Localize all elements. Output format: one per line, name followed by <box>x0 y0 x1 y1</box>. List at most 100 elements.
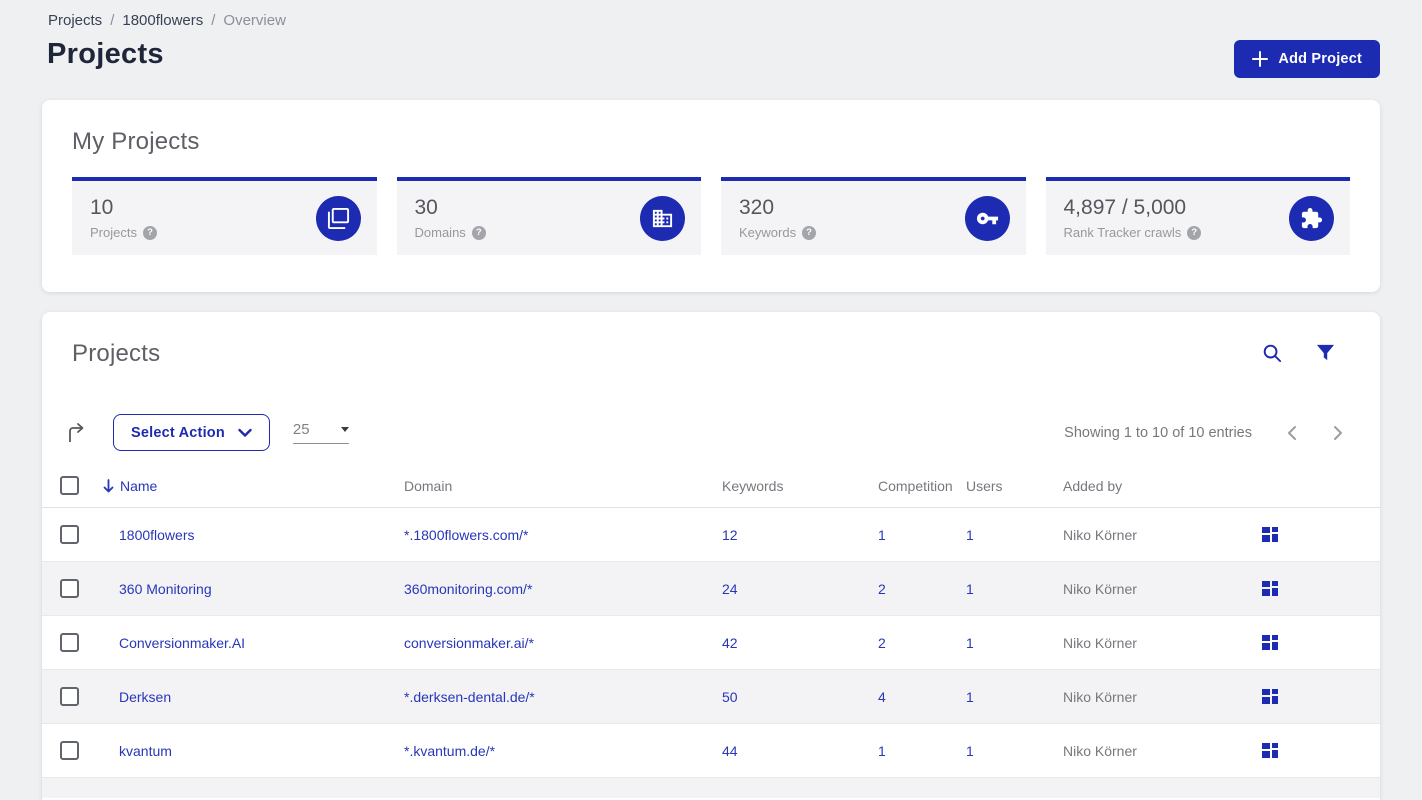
page-title: Projects <box>47 38 164 70</box>
stat-value: 320 <box>739 196 775 219</box>
project-keywords-count: 44 <box>722 742 738 759</box>
project-keywords-count: 42 <box>722 634 738 651</box>
project-competition-count: 2 <box>878 634 886 651</box>
add-project-label: Add Project <box>1278 51 1362 67</box>
table-row: Conversionmaker.AI conversionmaker.ai/* … <box>42 616 1380 670</box>
project-domain: conversionmaker.ai/* <box>404 634 534 651</box>
table-body: 1800flowers *.1800flowers.com/* 12 1 1 N… <box>42 508 1380 778</box>
row-checkbox[interactable] <box>60 687 79 706</box>
row-checkbox[interactable] <box>60 525 79 544</box>
dashboard-grid-icon[interactable] <box>1262 743 1278 758</box>
projects-table-title: Projects <box>72 340 161 367</box>
table-row: 1800flowers *.1800flowers.com/* 12 1 1 N… <box>42 508 1380 562</box>
stat-label: Projects <box>90 225 137 240</box>
project-competition-count: 1 <box>878 526 886 543</box>
breadcrumb-link-project[interactable]: 1800flowers <box>122 12 203 29</box>
project-name-link[interactable]: kvantum <box>103 743 404 759</box>
breadcrumb-current: Overview <box>223 12 286 29</box>
chevron-down-icon <box>238 428 252 438</box>
select-triangle-icon <box>340 427 349 432</box>
help-icon[interactable]: ? <box>1187 225 1202 240</box>
project-competition-count: 4 <box>878 688 886 705</box>
select-action-label: Select Action <box>131 424 225 441</box>
column-header-name[interactable]: Name <box>103 478 404 494</box>
export-arrow-icon[interactable] <box>65 422 87 444</box>
next-page-button[interactable] <box>1332 425 1344 441</box>
dashboard-grid-icon[interactable] <box>1262 689 1278 704</box>
project-name-link[interactable]: Derksen <box>103 689 404 705</box>
per-page-select[interactable]: 25 <box>292 421 349 444</box>
add-project-button[interactable]: Add Project <box>1234 40 1380 78</box>
building-icon <box>640 195 685 241</box>
stat-label: Domains <box>414 225 466 240</box>
dashboard-grid-icon[interactable] <box>1262 527 1278 542</box>
stacked-projects-icon <box>315 195 361 241</box>
column-header-keywords[interactable]: Keywords <box>722 478 878 494</box>
previous-page-button[interactable] <box>1286 425 1298 441</box>
plus-icon <box>1252 51 1269 67</box>
stat-value: 10 <box>90 196 114 219</box>
stat-rank-tracker-crawls: 4,897 / 5,000 Rank Tracker crawls ? <box>1045 177 1350 255</box>
project-competition-count: 1 <box>878 742 886 759</box>
breadcrumb: Projects / 1800flowers / Overview <box>48 12 286 29</box>
project-added-by: Niko Körner <box>1063 742 1137 759</box>
breadcrumb-separator: / <box>110 12 115 29</box>
row-checkbox[interactable] <box>60 741 79 760</box>
project-competition-count: 2 <box>878 580 886 597</box>
project-domain: *.kvantum.de/* <box>404 742 496 759</box>
project-added-by: Niko Körner <box>1063 688 1137 705</box>
project-keywords-count: 24 <box>722 580 738 597</box>
table-row: kvantum *.kvantum.de/* 44 1 1 Niko Körne… <box>42 724 1380 778</box>
breadcrumb-separator: / <box>211 12 216 29</box>
stat-value: 4,897 / 5,000 <box>1063 196 1187 219</box>
table-row-clipped <box>42 778 1380 798</box>
stat-label: Rank Tracker crawls <box>1063 225 1182 240</box>
select-all-checkbox[interactable] <box>60 476 79 495</box>
stats-row: 10 Projects ? 30 Domains ? 320 Keywords … <box>72 177 1350 255</box>
projects-table-card: Projects Select Action 25 Showing 1 to 1… <box>42 312 1380 800</box>
select-action-dropdown[interactable]: Select Action <box>113 414 270 451</box>
project-users-count: 1 <box>966 634 974 651</box>
project-added-by: Niko Körner <box>1063 634 1137 651</box>
filter-icon[interactable] <box>1316 343 1335 364</box>
column-header-domain[interactable]: Domain <box>404 478 722 494</box>
search-icon[interactable] <box>1262 343 1283 364</box>
project-added-by: Niko Körner <box>1063 580 1137 597</box>
project-domain: 360monitoring.com/* <box>404 580 533 597</box>
table-header-row: Name Domain Keywords Competition Users A… <box>42 464 1380 508</box>
project-domain: *.derksen-dental.de/* <box>404 688 535 705</box>
dashboard-grid-icon[interactable] <box>1262 581 1278 596</box>
stat-domains: 30 Domains ? <box>396 177 701 255</box>
row-checkbox[interactable] <box>60 633 79 652</box>
project-users-count: 1 <box>966 580 974 597</box>
stat-value: 30 <box>414 196 438 219</box>
project-name-link[interactable]: Conversionmaker.AI <box>103 635 404 651</box>
project-keywords-count: 50 <box>722 688 738 705</box>
help-icon[interactable]: ? <box>802 225 817 240</box>
help-icon[interactable]: ? <box>471 225 486 240</box>
my-projects-card: My Projects 10 Projects ? 30 Domains ? 3… <box>42 100 1380 292</box>
project-keywords-count: 12 <box>722 526 738 543</box>
stat-projects: 10 Projects ? <box>72 177 377 255</box>
help-icon[interactable]: ? <box>142 225 157 240</box>
column-header-added-by[interactable]: Added by <box>1063 478 1262 494</box>
showing-entries-text: Showing 1 to 10 of 10 entries <box>1064 424 1252 441</box>
project-users-count: 1 <box>966 742 974 759</box>
project-name-link[interactable]: 360 Monitoring <box>103 581 404 597</box>
my-projects-title: My Projects <box>72 128 200 155</box>
column-header-competition[interactable]: Competition <box>878 478 966 494</box>
column-header-users[interactable]: Users <box>966 478 1063 494</box>
breadcrumb-link-projects[interactable]: Projects <box>48 12 102 29</box>
project-domain: *.1800flowers.com/* <box>404 526 529 543</box>
stat-label: Keywords <box>739 225 797 240</box>
row-checkbox[interactable] <box>60 579 79 598</box>
key-icon <box>964 195 1010 241</box>
project-name-link[interactable]: 1800flowers <box>103 527 404 543</box>
project-added-by: Niko Körner <box>1063 526 1137 543</box>
table-toolbar: Select Action 25 Showing 1 to 10 of 10 e… <box>65 414 1344 451</box>
table-row: Derksen *.derksen-dental.de/* 50 4 1 Nik… <box>42 670 1380 724</box>
sort-descending-icon <box>103 478 114 493</box>
dashboard-grid-icon[interactable] <box>1262 635 1278 650</box>
puzzle-icon <box>1289 195 1334 241</box>
table-row: 360 Monitoring 360monitoring.com/* 24 2 … <box>42 562 1380 616</box>
